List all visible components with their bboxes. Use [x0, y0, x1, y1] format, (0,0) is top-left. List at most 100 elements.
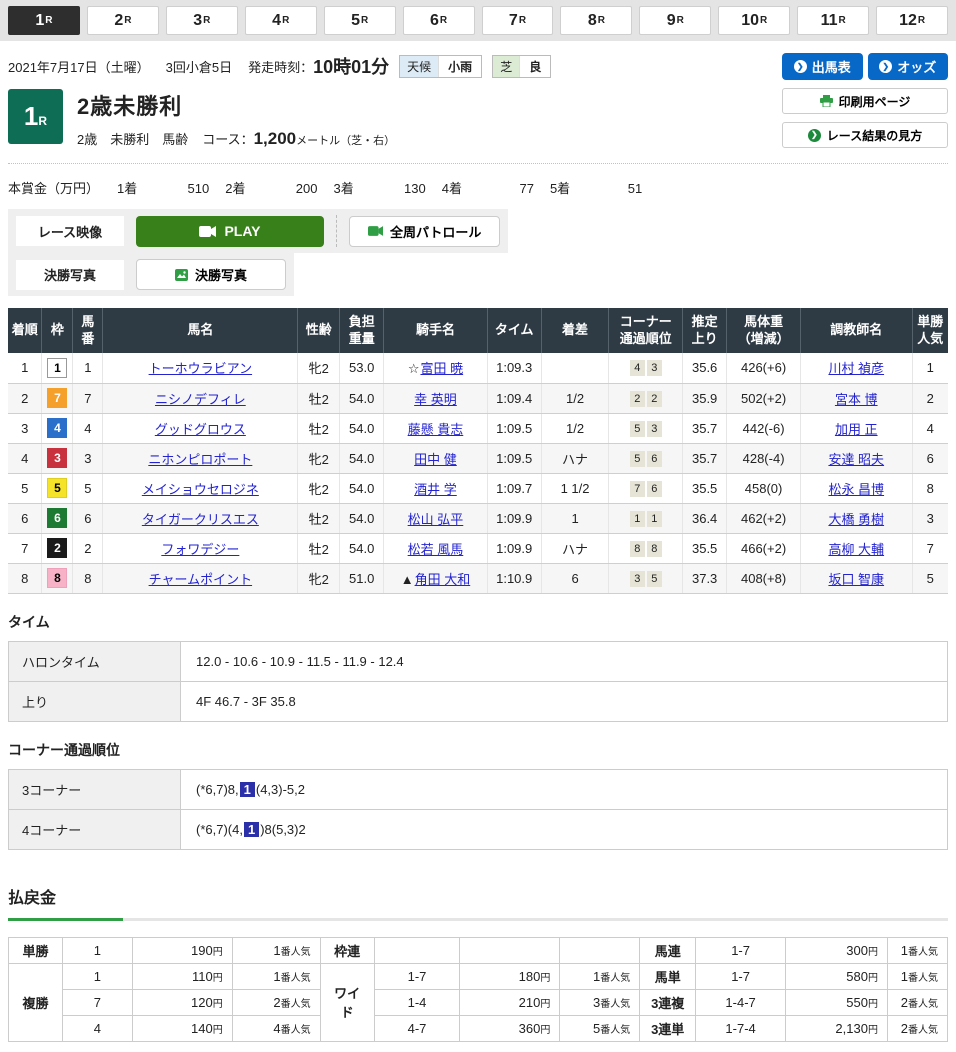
entry-table-button[interactable]: ❯ 出馬表	[782, 53, 863, 80]
race-tab-number: 5	[351, 12, 360, 30]
waku-cell: 3	[42, 443, 73, 473]
last-3f: 35.5	[683, 473, 727, 503]
page-title: 2歳未勝利	[77, 89, 395, 121]
course-label: コース：	[202, 132, 253, 147]
race-tab-1r[interactable]: 1R	[8, 6, 80, 35]
race-tab-3r[interactable]: 3R	[166, 6, 238, 35]
payout-amount-unit: 円	[213, 947, 223, 958]
finish-time: 1:09.7	[487, 473, 541, 503]
horse-link[interactable]: グッドグロウス	[155, 422, 246, 437]
sex-age: 牡2	[298, 503, 340, 533]
race-conditions: 2歳 未勝利 馬齢	[77, 129, 188, 148]
corner-position-box: 8	[630, 541, 645, 557]
horse-link[interactable]: メイショウセロジネ	[142, 482, 259, 497]
payout-amount-unit: 円	[540, 999, 550, 1010]
race-tab-8r[interactable]: 8R	[560, 6, 632, 35]
trainer-link[interactable]: 安達 昭夫	[828, 452, 884, 467]
race-tab-12r[interactable]: 12R	[876, 6, 948, 35]
race-tab-2r[interactable]: 2R	[87, 6, 159, 35]
horse-link[interactable]: タイガークリスエス	[142, 512, 259, 527]
margin: 6	[541, 563, 609, 593]
trainer-link[interactable]: 宮本 博	[835, 392, 878, 407]
trainer-link[interactable]: 松永 昌博	[828, 482, 884, 497]
finish-position: 4	[8, 443, 42, 473]
play-button[interactable]: PLAY	[136, 216, 324, 247]
corner-row-value: (*6,7)(4,1)8(5,3)2	[181, 809, 948, 849]
race-tab-6r[interactable]: 6R	[403, 6, 475, 35]
print-page-button[interactable]: 印刷用ページ	[782, 88, 948, 114]
arrow-circle-icon: ❯	[879, 60, 892, 73]
table-row: 111トーホウラビアン牝253.0☆富田 暁1:09.34335.6426(+6…	[8, 353, 948, 383]
race-tab-suffix: R	[282, 15, 289, 26]
jockey-link[interactable]: 角田 大和	[415, 572, 471, 587]
horse-link[interactable]: トーホウラビアン	[149, 361, 252, 376]
bet-type-label: 馬連	[640, 937, 696, 963]
table-row: 277ニシノデフィレ牡254.0幸 英明1:09.41/22235.9502(+…	[8, 383, 948, 413]
horse-name-cell: チャームポイント	[103, 563, 298, 593]
jockey-link[interactable]: 田中 健	[414, 452, 457, 467]
jockey-link[interactable]: 松若 風馬	[408, 542, 464, 557]
corner-positions: 35	[609, 563, 683, 593]
jockey-link[interactable]: 富田 暁	[420, 361, 463, 376]
payout-amount: 300円	[786, 937, 888, 963]
carried-weight: 51.0	[340, 563, 384, 593]
race-tab-11r[interactable]: 11R	[797, 6, 869, 35]
results-header-row: 着順枠馬番馬名性齢負担 重量騎手名タイム着差コーナー 通過順位推定 上り馬体重 …	[8, 308, 948, 353]
corner-row: 4コーナー(*6,7)(4,1)8(5,3)2	[9, 809, 948, 849]
jockey-link[interactable]: 幸 英明	[414, 392, 457, 407]
jockey-link[interactable]: 酒井 学	[414, 482, 457, 497]
margin: 1/2	[541, 413, 609, 443]
horse-link[interactable]: ニホンピロポート	[148, 452, 252, 467]
patrol-video-button[interactable]: 全周パトロール	[349, 216, 500, 247]
time-row: ハロンタイム12.0 - 10.6 - 10.9 - 11.5 - 11.9 -…	[9, 641, 948, 681]
prize-place-label: 1着	[117, 178, 137, 197]
margin: 1	[541, 503, 609, 533]
trainer-link[interactable]: 加用 正	[835, 422, 878, 437]
print-page-label: 印刷用ページ	[839, 93, 911, 110]
finish-photo-button[interactable]: 決勝写真	[136, 259, 286, 290]
race-tab-4r[interactable]: 4R	[245, 6, 317, 35]
horse-link[interactable]: チャームポイント	[149, 572, 252, 587]
corner-position-box: 2	[630, 391, 645, 407]
popularity-suffix: 番人気	[908, 973, 938, 984]
waku-cell: 1	[42, 353, 73, 383]
win-favorite-rank: 6	[912, 443, 948, 473]
winner-highlight-box: 1	[244, 822, 259, 837]
course-distance: 1,200	[254, 129, 297, 148]
margin: 1/2	[541, 383, 609, 413]
race-tab-10r[interactable]: 10R	[718, 6, 790, 35]
trainer-link[interactable]: 大橋 勇樹	[828, 512, 884, 527]
jockey-cell: 田中 健	[384, 443, 488, 473]
jockey-link[interactable]: 藤懸 貴志	[408, 422, 464, 437]
trainer-link[interactable]: 坂口 智康	[828, 572, 884, 587]
payout-combination: 1-4-7	[696, 989, 786, 1015]
bet-type-label: 複勝	[9, 963, 63, 1041]
odds-button[interactable]: ❯ オッズ	[868, 53, 949, 80]
race-tab-5r[interactable]: 5R	[324, 6, 396, 35]
jockey-cell: 藤懸 貴志	[384, 413, 488, 443]
horse-link[interactable]: ニシノデフィレ	[155, 392, 246, 407]
race-tab-9r[interactable]: 9R	[639, 6, 711, 35]
course-unit: メートル（芝・右）	[296, 135, 395, 147]
finish-position: 6	[8, 503, 42, 533]
popularity-number: 2	[273, 995, 280, 1010]
payout-popularity: 1番人気	[887, 937, 947, 963]
race-tab-number: 12	[899, 12, 917, 30]
result-guide-button[interactable]: ❯ レース結果の見方	[782, 122, 948, 148]
jockey-link[interactable]: 松山 弘平	[408, 512, 464, 527]
carried-weight: 54.0	[340, 443, 384, 473]
divider	[336, 215, 337, 247]
finish-time: 1:09.3	[487, 353, 541, 383]
corner-positions: 76	[609, 473, 683, 503]
horse-link[interactable]: フォワデジー	[161, 542, 239, 557]
corner-row-label: 4コーナー	[9, 809, 181, 849]
race-tab-7r[interactable]: 7R	[482, 6, 554, 35]
popularity-suffix: 番人気	[908, 947, 938, 958]
trainer-link[interactable]: 川村 禎彦	[828, 361, 884, 376]
race-tab-number: 8	[588, 12, 597, 30]
carried-weight: 54.0	[340, 503, 384, 533]
trainer-link[interactable]: 高柳 大輔	[828, 542, 884, 557]
popularity-suffix: 番人気	[281, 1025, 311, 1036]
payout-combination: 1	[62, 937, 132, 963]
corner-position-box: 8	[647, 541, 662, 557]
